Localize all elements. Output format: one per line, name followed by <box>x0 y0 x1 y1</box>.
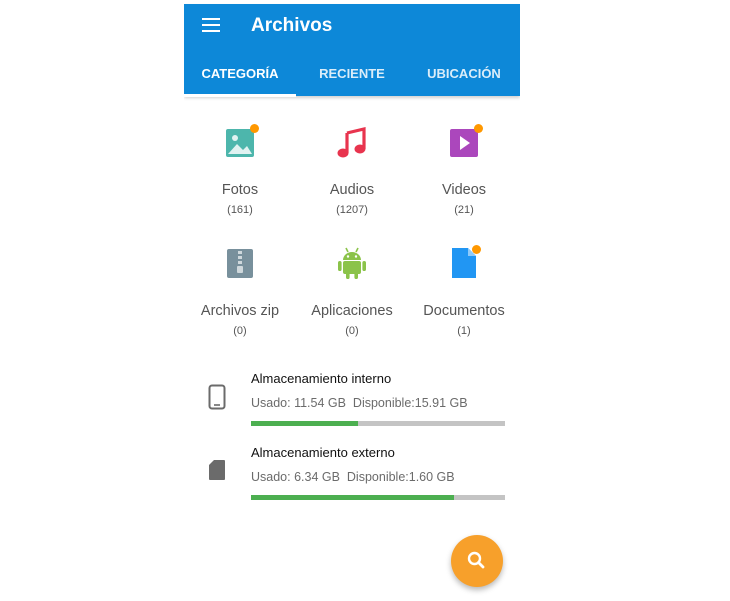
app-title: Archivos <box>251 15 333 36</box>
category-count: (161) <box>227 204 253 216</box>
phone-screen: Archivos CATEGORÍA RECIENTE UBICACIÓN Fo… <box>184 0 520 601</box>
storage-external[interactable]: Almacenamiento externo Usado: 6.34 GB Di… <box>184 445 520 511</box>
storage-progress-bar <box>251 495 505 500</box>
category-count: (1) <box>457 325 471 337</box>
category-aplicaciones[interactable]: Aplicaciones (0) <box>296 246 408 346</box>
storage-used: Usado: 6.34 GB <box>251 470 340 484</box>
category-audios[interactable]: Audios (1207) <box>296 125 408 225</box>
search-icon <box>467 551 485 569</box>
category-label: Audios <box>329 182 375 198</box>
storage-usage: Usado: 6.34 GB Disponible:1.60 GB <box>251 470 455 484</box>
search-button[interactable] <box>451 535 503 587</box>
sd-card-icon <box>209 460 225 480</box>
category-count: (1207) <box>336 204 368 216</box>
zip-file-icon <box>227 249 253 278</box>
storage-name: Almacenamiento externo <box>251 445 395 460</box>
category-archivos-zip[interactable]: Archivos zip (0) <box>184 246 296 346</box>
tab-reciente[interactable]: RECIENTE <box>296 66 408 96</box>
new-badge <box>472 245 481 254</box>
category-label: Videos <box>441 182 487 198</box>
storage-usage: Usado: 11.54 GB Disponible:15.91 GB <box>251 396 468 410</box>
category-count: (0) <box>345 325 359 337</box>
category-count: (0) <box>233 325 247 337</box>
phone-icon <box>208 384 226 410</box>
menu-icon[interactable] <box>202 18 220 32</box>
category-label: Fotos <box>221 182 259 198</box>
category-label: Documentos <box>423 303 505 319</box>
storage-used: Usado: 11.54 GB <box>251 396 346 410</box>
storage-available: Disponible:15.91 GB <box>352 396 468 410</box>
new-badge <box>474 124 483 133</box>
tab-categoria[interactable]: CATEGORÍA <box>184 66 296 96</box>
category-label: Archivos zip <box>200 303 280 319</box>
category-count: (21) <box>454 204 474 216</box>
storage-progress-fill <box>251 495 455 500</box>
storage-name: Almacenamiento interno <box>251 371 392 386</box>
category-videos[interactable]: Videos (21) <box>408 124 520 225</box>
android-icon <box>338 247 366 279</box>
category-documentos[interactable]: Documentos (1) <box>408 245 520 346</box>
new-badge <box>250 124 259 133</box>
app-bar: Archivos CATEGORÍA RECIENTE UBICACIÓN <box>184 4 520 97</box>
category-fotos[interactable]: Fotos (161) <box>184 124 296 225</box>
storage-available: Disponible:1.60 GB <box>346 470 455 484</box>
active-tab-indicator <box>184 94 296 97</box>
category-label: Aplicaciones <box>311 303 393 319</box>
storage-progress-fill <box>251 421 358 426</box>
music-note-icon <box>337 126 366 158</box>
tab-ubicacion[interactable]: UBICACIÓN <box>408 66 520 96</box>
storage-internal[interactable]: Almacenamiento interno Usado: 11.54 GB D… <box>184 371 520 437</box>
storage-progress-bar <box>251 421 505 426</box>
